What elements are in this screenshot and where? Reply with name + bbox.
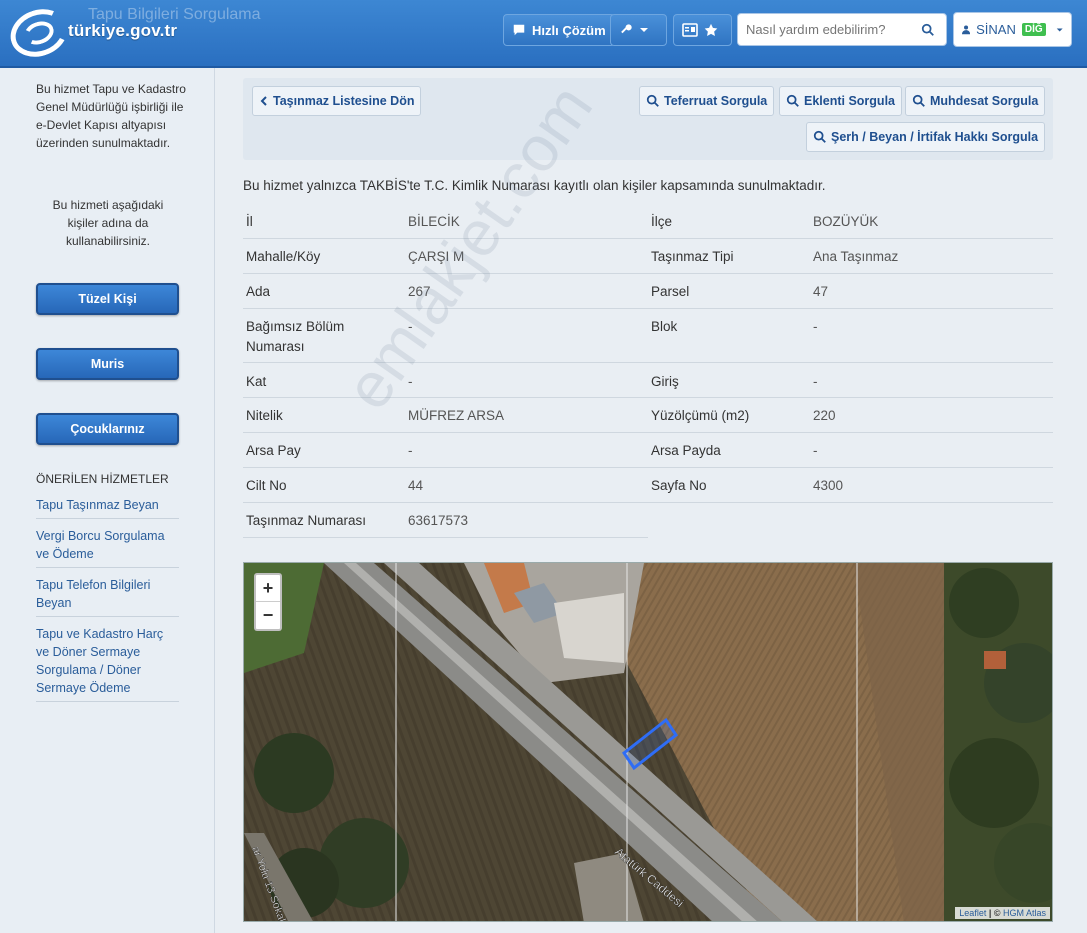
blok-label: Blok xyxy=(651,319,678,334)
user-badge: DİĞ xyxy=(1021,23,1046,36)
key-icon xyxy=(621,24,632,34)
sayfa-no-label: Sayfa No xyxy=(651,478,707,493)
user-icon xyxy=(962,25,971,35)
arsa-pay-label: Arsa Pay xyxy=(246,443,301,458)
query-toolbar: Taşınmaz Listesine Dön Teferruat Sorgula… xyxy=(243,78,1053,160)
suggested-link[interactable]: Vergi Borcu Sorgulama ve Ödeme xyxy=(36,525,179,568)
blok-value: - xyxy=(813,319,818,334)
eklenti-label: Eklenti Sorgula xyxy=(804,94,895,108)
tasinmaz-tipi-label: Taşınmaz Tipi xyxy=(651,249,734,264)
chat-icon xyxy=(513,24,525,36)
muhdesat-label: Muhdesat Sorgula xyxy=(930,94,1039,108)
logo-text: türkiye.gov.tr xyxy=(68,21,178,40)
user-name: SİNAN xyxy=(976,22,1016,37)
star-icon xyxy=(704,23,718,36)
chevron-down-icon xyxy=(1056,28,1063,31)
parsel-label: Parsel xyxy=(651,284,690,299)
arsa-pay-value: - xyxy=(408,443,413,458)
leaflet-link[interactable]: Leaflet xyxy=(959,908,986,918)
kat-label: Kat xyxy=(246,374,267,389)
tasinmaz-numarasi-label: Taşınmaz Numarası xyxy=(246,513,367,528)
quick-solution-button[interactable]: Hızlı Çözüm xyxy=(503,14,615,46)
teferruat-label: Teferruat Sorgula xyxy=(664,94,768,108)
tasinmaz-tipi-value: Ana Taşınmaz xyxy=(813,249,899,264)
suggested-services-list: Tapu Taşınmaz Beyan Vergi Borcu Sorgulam… xyxy=(36,494,179,708)
mahalle-value: ÇARŞI M xyxy=(408,249,465,264)
mahalle-label: Mahalle/Köy xyxy=(246,249,321,264)
yuzolcumu-value: 220 xyxy=(813,408,836,423)
yuzolcumu-label: Yüzölçümü (m2) xyxy=(651,408,750,423)
il-value: BİLECİK xyxy=(408,214,460,229)
il-label: İl xyxy=(246,214,253,229)
ada-value: 267 xyxy=(408,284,431,299)
giris-value: - xyxy=(813,374,818,389)
parsel-value: 47 xyxy=(813,284,829,299)
suggested-link[interactable]: Tapu Taşınmaz Beyan xyxy=(36,494,179,519)
zoom-out-button[interactable]: − xyxy=(256,602,280,629)
nitelik-label: Nitelik xyxy=(246,408,283,423)
nitelik-value: MÜFREZ ARSA xyxy=(408,408,505,423)
service-info-note: Bu hizmet Tapu ve Kadastro Genel Müdürlü… xyxy=(36,82,186,150)
turkiye-gov-logo[interactable]: türkiye.gov.tr xyxy=(3,1,210,65)
satellite-map-image: Atatürk Caddesi ar Yolu 13 Sokak xyxy=(244,563,1052,921)
bagimsiz-bolum-value: - xyxy=(408,319,413,334)
takbis-notice: Bu hizmet yalnızca TAKBİS'te T.C. Kimlik… xyxy=(243,178,826,193)
suggested-services-heading: ÖNERİLEN HİZMETLER xyxy=(36,472,169,486)
suggested-link[interactable]: Tapu ve Kadastro Harç ve Döner Sermaye S… xyxy=(36,623,179,702)
map-zoom-control: + − xyxy=(254,573,282,631)
back-to-list-label: Taşınmaz Listesine Dön xyxy=(273,94,415,108)
serh-beyan-query-button[interactable]: Şerh / Beyan / İrtifak Hakkı Sorgula xyxy=(806,122,1046,152)
search-box[interactable] xyxy=(737,13,947,46)
arsa-payda-value: - xyxy=(813,443,818,458)
eklenti-query-button[interactable]: Eklenti Sorgula xyxy=(779,86,902,116)
cilt-no-label: Cilt No xyxy=(246,478,287,493)
tuzel-kisi-button[interactable]: Tüzel Kişi xyxy=(36,283,179,315)
left-sidebar: Bu hizmet Tapu ve Kadastro Genel Müdürlü… xyxy=(0,68,215,933)
search-icon xyxy=(646,94,659,107)
kat-value: - xyxy=(408,374,413,389)
quick-solution-label: Hızlı Çözüm xyxy=(532,22,606,38)
parcel-map[interactable]: Atatürk Caddesi ar Yolu 13 Sokak + − Lea… xyxy=(243,562,1053,922)
cocuklariniz-button[interactable]: Çocuklarınız xyxy=(36,413,179,445)
search-icon xyxy=(786,94,799,107)
serh-beyan-label: Şerh / Beyan / İrtifak Hakkı Sorgula xyxy=(831,130,1039,144)
search-icon[interactable] xyxy=(921,23,935,37)
search-icon xyxy=(912,94,925,107)
ilce-label: İlçe xyxy=(651,214,673,229)
giris-label: Giriş xyxy=(651,374,679,389)
cilt-no-value: 44 xyxy=(408,478,424,493)
search-icon xyxy=(813,130,826,143)
muris-button[interactable]: Muris xyxy=(36,348,179,380)
on-behalf-note: Bu hizmeti aşağıdaki kişiler adına da ku… xyxy=(52,198,164,248)
suggested-link[interactable]: Tapu Telefon Bilgileri Beyan xyxy=(36,574,179,617)
chevron-down-icon xyxy=(640,28,648,32)
card-favorites-button[interactable] xyxy=(673,14,732,46)
attribution-separator: | © xyxy=(986,908,1003,918)
key-menu-button[interactable] xyxy=(610,14,667,46)
top-header: Tapu Bilgileri Sorgulama türkiye.gov.tr … xyxy=(0,0,1087,68)
user-menu[interactable]: SİNAN DİĞ xyxy=(953,12,1072,47)
bagimsiz-bolum-label: Bağımsız Bölüm Numarası xyxy=(246,319,345,354)
back-to-list-button[interactable]: Taşınmaz Listesine Dön xyxy=(252,86,422,116)
zoom-in-button[interactable]: + xyxy=(256,575,280,602)
id-card-icon xyxy=(682,23,698,37)
arsa-payda-label: Arsa Payda xyxy=(651,443,721,458)
chevron-left-icon xyxy=(260,96,267,106)
ada-label: Ada xyxy=(246,284,271,299)
muhdesat-query-button[interactable]: Muhdesat Sorgula xyxy=(905,86,1046,116)
tasinmaz-numarasi-value: 63617573 xyxy=(408,513,469,528)
sayfa-no-value: 4300 xyxy=(813,478,844,493)
hgm-atlas-link[interactable]: HGM Atlas xyxy=(1003,908,1046,918)
teferruat-query-button[interactable]: Teferruat Sorgula xyxy=(639,86,775,116)
search-input[interactable] xyxy=(746,22,921,37)
ilce-value: BOZÜYÜK xyxy=(813,214,879,229)
map-attribution: Leaflet | © HGM Atlas xyxy=(955,907,1050,919)
